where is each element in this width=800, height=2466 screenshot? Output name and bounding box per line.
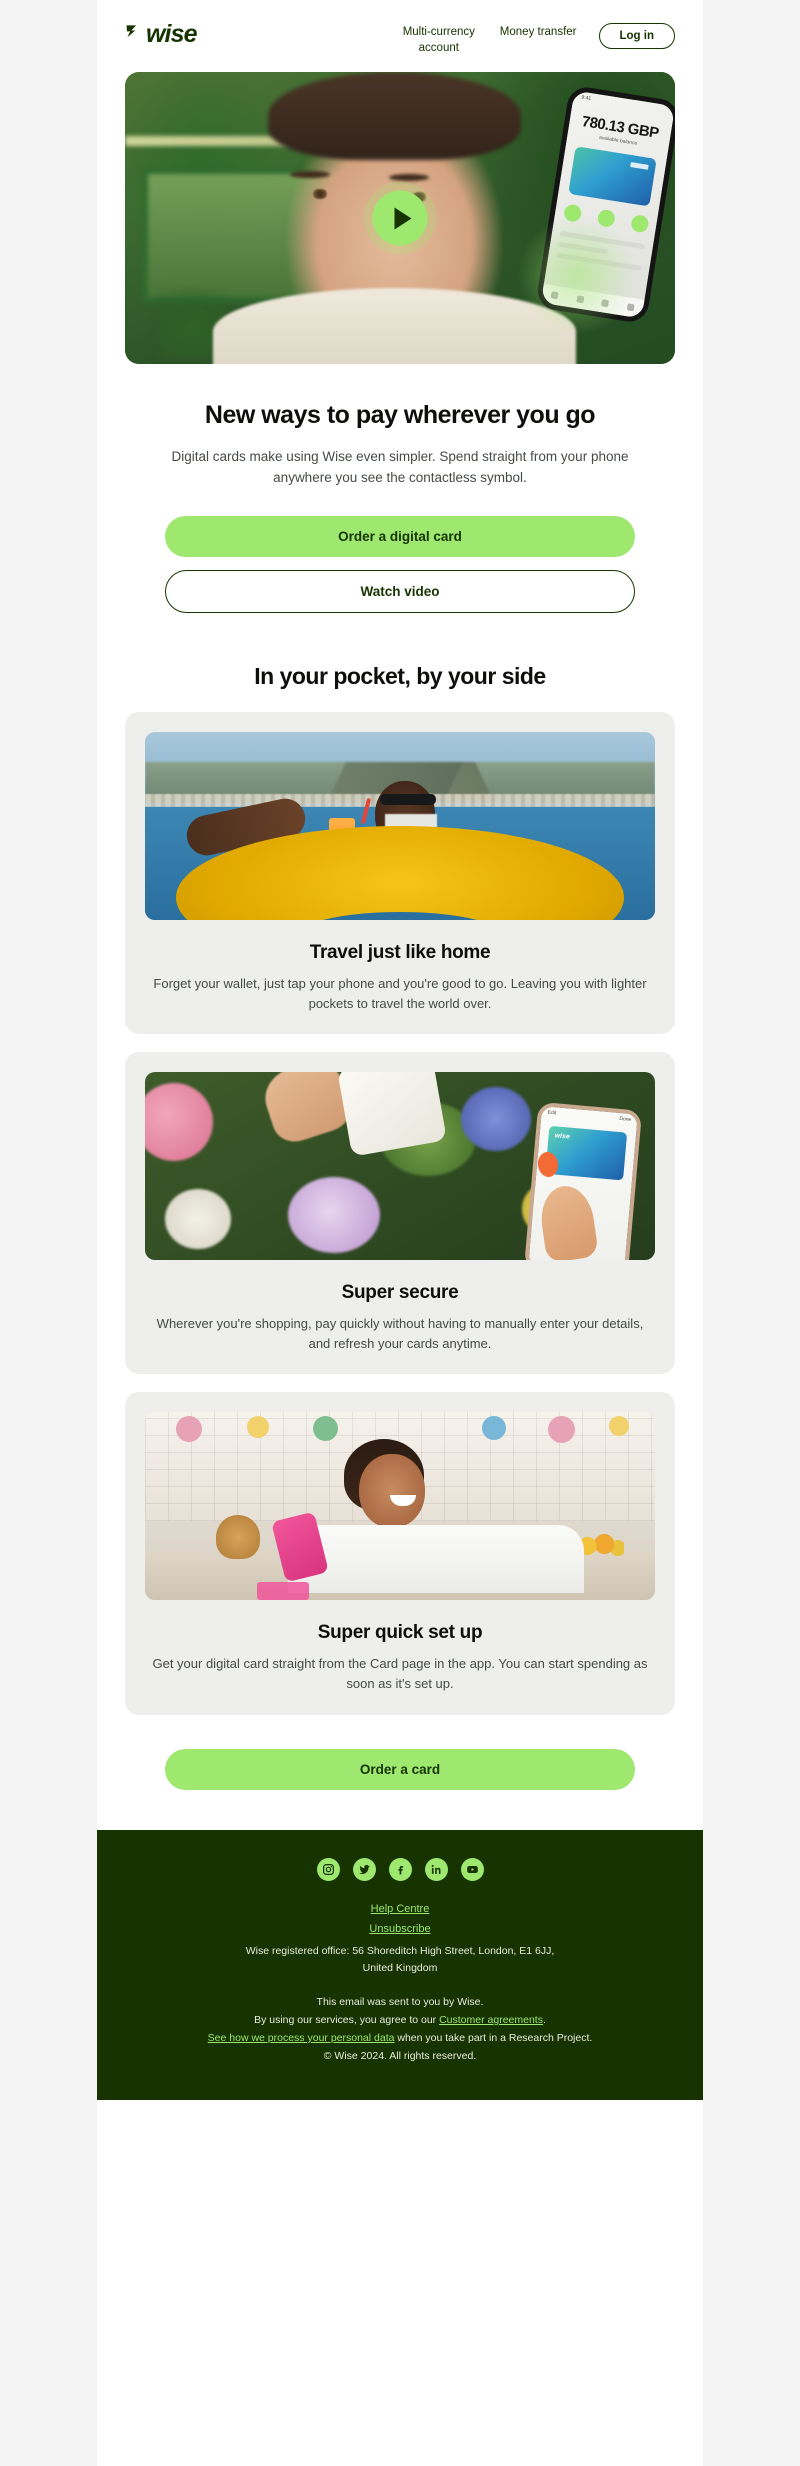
hero-person-hair	[268, 72, 521, 160]
person-shirt	[287, 1525, 584, 1593]
hero-glow-decor	[516, 214, 637, 335]
flower-decor	[461, 1087, 532, 1152]
feature-card-body: Wherever you're shopping, pay quickly wi…	[156, 1316, 644, 1352]
flower-decor	[165, 1188, 232, 1249]
wise-flag-icon	[125, 23, 144, 47]
phone-edit-label: Edit	[546, 1109, 557, 1117]
phone-topbar: Edit Done	[541, 1106, 637, 1123]
towel-decor	[257, 1582, 310, 1601]
bunting-decor	[247, 1416, 269, 1439]
unsubscribe-link[interactable]: Unsubscribe	[137, 1923, 663, 1935]
digital-card-art: wise	[544, 1125, 627, 1181]
order-card-button[interactable]: Order a card	[165, 1748, 635, 1790]
kitchen-scene	[145, 1412, 655, 1601]
feature-card-body: Get your digital card straight from the …	[152, 1656, 648, 1692]
pool-float-hole	[292, 911, 508, 920]
youtube-icon[interactable]	[460, 1857, 484, 1881]
wise-logo[interactable]: wise	[125, 20, 198, 48]
watch-video-button[interactable]: Watch video	[165, 569, 635, 613]
feature-card-title: Super quick set up	[317, 1622, 483, 1644]
flowers-scene: Edit Done wise ✓	[145, 1072, 655, 1261]
primary-cta-block: Order a digital card Watch video	[97, 488, 703, 613]
feature-card-body: Forget your wallet, just tap your phone …	[153, 975, 647, 1011]
agreements-prefix: By using our services, you agree to our	[254, 2014, 440, 2027]
header-nav: Multi-currency account Money transfer Lo…	[400, 18, 675, 56]
card-brand-label: wise	[553, 1132, 570, 1141]
nav-item-multi-currency-account[interactable]: Multi-currency account	[400, 25, 478, 56]
features-heading: In your pocket, by your side	[254, 662, 546, 689]
hero-section: 9:41 780.13 GBP available balance	[97, 72, 703, 364]
kitchen-woman-phone-photo	[145, 1412, 655, 1601]
help-centre-link[interactable]: Help Centre	[137, 1903, 663, 1915]
footer-spacer	[137, 1978, 663, 1994]
email-body: wise Multi-currency account Money transf…	[97, 0, 703, 2466]
feature-card-title: Travel just like home	[309, 941, 491, 963]
privacy-suffix: when you take part in a Research Project…	[394, 2031, 593, 2044]
bunting-decor	[175, 1416, 202, 1443]
sunglasses-icon	[379, 793, 436, 805]
wise-logo-text: wise	[146, 20, 198, 48]
phone-done-label: Done	[618, 1115, 632, 1123]
privacy-line: See how we process your personal data wh…	[137, 2030, 663, 2048]
login-button[interactable]: Log in	[598, 23, 675, 49]
hero-person-eye-left	[312, 188, 328, 199]
person-head	[359, 1453, 426, 1528]
linkedin-icon[interactable]	[424, 1857, 448, 1881]
bunting-decor	[481, 1416, 506, 1441]
sent-by-line: This email was sent to you by Wise.	[316, 1996, 484, 2009]
pool-float-photo	[145, 731, 655, 920]
facebook-icon[interactable]	[388, 1857, 412, 1881]
bread-decor	[216, 1514, 261, 1559]
feature-card: Edit Done wise ✓ Super secure Wher	[125, 1052, 675, 1375]
features-section: In your pocket, by your side Travel just…	[97, 613, 703, 1715]
email-footer: Help Centre Unsubscribe Wise registered …	[97, 1829, 703, 2100]
phone-action-button	[629, 214, 650, 234]
intro-body-text: Digital cards make using Wise even simpl…	[171, 449, 629, 485]
feature-card-title: Super secure	[341, 1282, 459, 1304]
page-title: New ways to pay wherever you go	[204, 401, 596, 429]
hero-video-thumbnail[interactable]: 9:41 780.13 GBP available balance	[125, 72, 675, 364]
order-digital-card-button[interactable]: Order a digital card	[165, 515, 635, 557]
agreements-suffix: .	[542, 2014, 546, 2027]
phone-card-art	[568, 146, 657, 207]
intro-section: New ways to pay wherever you go Digital …	[97, 364, 703, 488]
agreements-line: By using our services, you agree to our …	[137, 2012, 663, 2030]
registered-office-line1: Wise registered office: 56 Shoreditch Hi…	[245, 1944, 555, 1957]
copyright-line: © Wise 2024. All rights reserved.	[323, 2049, 477, 2062]
feature-card: Super quick set up Get your digital card…	[125, 1392, 675, 1715]
social-links	[137, 1857, 663, 1881]
personal-data-link[interactable]: See how we process your personal data	[208, 2032, 395, 2044]
play-icon[interactable]	[372, 190, 428, 246]
email-header: wise Multi-currency account Money transf…	[97, 0, 703, 72]
instagram-icon[interactable]	[316, 1857, 340, 1881]
contactless-payment-flowers-photo: Edit Done wise ✓	[145, 1072, 655, 1261]
nav-item-money-transfer[interactable]: Money transfer	[500, 25, 577, 41]
final-cta-block: Order a card	[97, 1733, 703, 1830]
twitter-icon[interactable]	[352, 1857, 376, 1881]
customer-agreements-link[interactable]: Customer agreements	[439, 2014, 543, 2026]
flower-decor	[145, 1083, 213, 1162]
registered-office-line2: United Kingdom	[362, 1962, 438, 1975]
flower-decor	[287, 1177, 380, 1254]
page-root: wise Multi-currency account Money transf…	[0, 0, 800, 2466]
pool-scene	[145, 731, 655, 920]
feature-card: Travel just like home Forget your wallet…	[125, 711, 675, 1035]
bunting-decor	[547, 1416, 575, 1444]
play-triangle	[394, 207, 411, 229]
